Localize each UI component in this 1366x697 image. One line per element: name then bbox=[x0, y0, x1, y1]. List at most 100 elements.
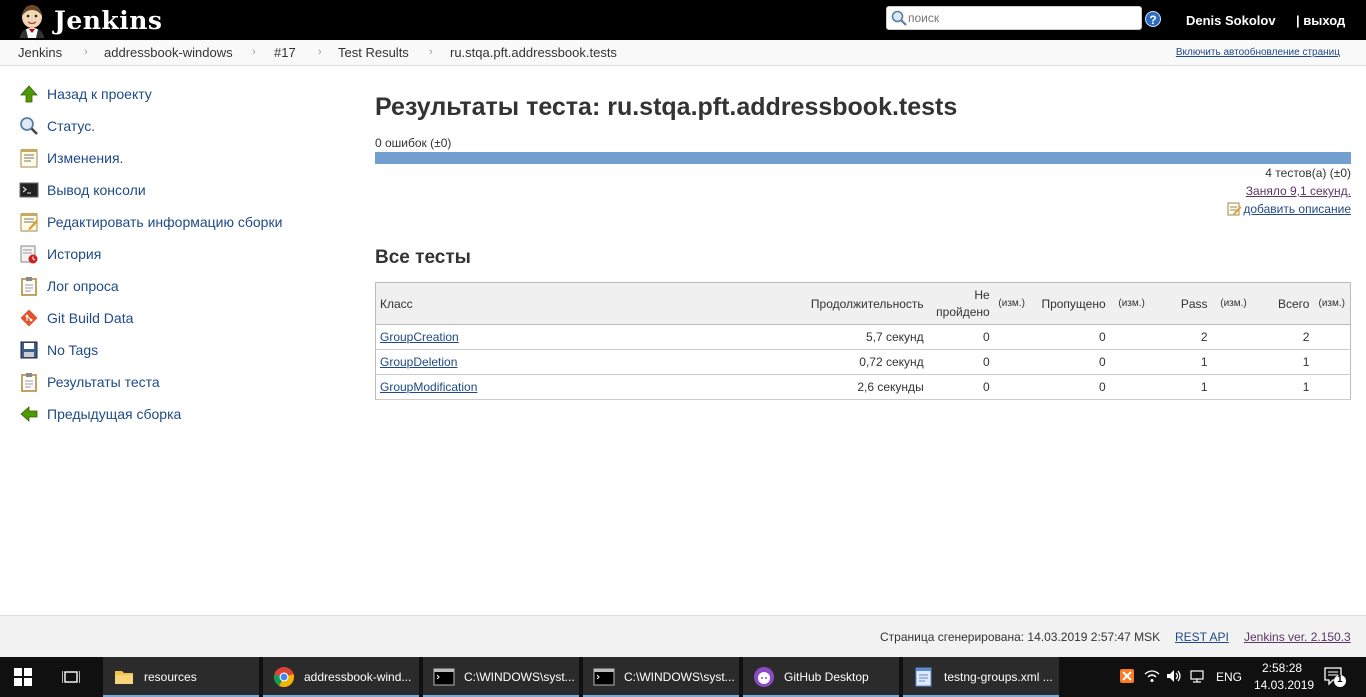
test-progress-bar bbox=[375, 152, 1351, 164]
header: Jenkins ? Denis Sokolov | выход bbox=[0, 0, 1366, 40]
cell-pass: 1 bbox=[1153, 374, 1212, 400]
task-label: Статус. bbox=[47, 118, 96, 134]
col-failed-diff[interactable]: (изм.) bbox=[993, 282, 1030, 325]
logout-link[interactable]: | выход bbox=[1296, 13, 1345, 28]
wifi-icon[interactable] bbox=[1143, 668, 1161, 686]
notification-icon bbox=[1324, 667, 1346, 687]
task-label: Изменения. bbox=[47, 150, 124, 166]
clock-date[interactable]: 14.03.2019 bbox=[1254, 678, 1314, 692]
action-center-button[interactable]: 1 bbox=[1323, 666, 1347, 688]
taskbar-app-label: addressbook-wind... bbox=[304, 670, 412, 684]
search-box[interactable] bbox=[886, 6, 1142, 30]
table-row: GroupCreation 5,7 секунд 0 0 2 2 bbox=[375, 324, 1351, 350]
col-skipped[interactable]: Пропущено bbox=[1029, 282, 1110, 325]
task-console-output[interactable]: Вывод консоли bbox=[18, 178, 146, 202]
col-failed-line2: пройдено bbox=[936, 304, 990, 319]
task-label: Результаты теста bbox=[47, 374, 160, 390]
magnifier-icon bbox=[18, 115, 40, 137]
clipboard-icon bbox=[18, 371, 40, 393]
col-total[interactable]: Всего bbox=[1255, 282, 1314, 325]
xampp-tray-icon[interactable] bbox=[1118, 668, 1136, 686]
duration-link[interactable]: Заняло 9,1 секунд. bbox=[1246, 184, 1351, 198]
task-git-build-data[interactable]: Git Build Data bbox=[18, 306, 133, 330]
github-icon bbox=[754, 667, 774, 687]
cell-total: 1 bbox=[1255, 374, 1314, 400]
clock-time[interactable]: 2:58:28 bbox=[1262, 661, 1302, 675]
col-total-diff[interactable]: (изм.) bbox=[1313, 282, 1351, 325]
taskbar-app-cmd-1[interactable]: C:\WINDOWS\syst... bbox=[423, 657, 579, 697]
cmd-icon bbox=[433, 668, 455, 686]
taskbar-app-github-desktop[interactable]: GitHub Desktop bbox=[743, 657, 899, 697]
cell-skipped: 0 bbox=[1029, 349, 1110, 375]
col-failed-line1: Не bbox=[974, 287, 990, 302]
breadcrumb-package[interactable]: ru.stqa.pft.addressbook.tests bbox=[450, 45, 617, 60]
breadcrumb-project[interactable]: addressbook-windows bbox=[104, 45, 233, 60]
task-label: Git Build Data bbox=[47, 310, 134, 326]
col-duration[interactable]: Продолжительность bbox=[794, 282, 928, 325]
user-name-link[interactable]: Denis Sokolov bbox=[1186, 13, 1276, 28]
taskbar-app-resources[interactable]: resources bbox=[103, 657, 259, 697]
task-back-to-project[interactable]: Назад к проекту bbox=[18, 82, 152, 106]
col-failed[interactable]: Не пройдено bbox=[927, 282, 994, 325]
taskbar-app-label: GitHub Desktop bbox=[784, 670, 869, 684]
task-changes[interactable]: Изменения. bbox=[18, 146, 123, 170]
breadcrumb-jenkins[interactable]: Jenkins bbox=[18, 45, 62, 60]
task-edit-build-info[interactable]: Редактировать информацию сборки bbox=[18, 210, 282, 234]
cell-total-diff bbox=[1313, 324, 1351, 350]
jenkins-logo[interactable]: Jenkins bbox=[14, 2, 174, 38]
breadcrumb-test-results[interactable]: Test Results bbox=[338, 45, 409, 60]
git-icon bbox=[18, 307, 40, 329]
cell-pass: 2 bbox=[1153, 324, 1212, 350]
breadcrumb-separator[interactable]: › bbox=[429, 46, 433, 58]
breadcrumb-separator[interactable]: › bbox=[84, 46, 88, 58]
cell-total-diff bbox=[1313, 374, 1351, 400]
notification-count: 1 bbox=[1337, 674, 1343, 685]
cell-failed: 0 bbox=[927, 349, 994, 375]
task-history[interactable]: История bbox=[18, 242, 101, 266]
search-icon bbox=[891, 10, 907, 26]
language-indicator[interactable]: ENG bbox=[1216, 670, 1242, 684]
cell-pass-diff bbox=[1211, 349, 1256, 375]
rest-api-link[interactable]: REST API bbox=[1175, 630, 1229, 644]
class-link[interactable]: GroupModification bbox=[380, 380, 477, 394]
jenkins-version-link[interactable]: Jenkins ver. 2.150.3 bbox=[1244, 630, 1351, 644]
all-tests-heading: Все тесты bbox=[375, 247, 471, 268]
cell-skipped-diff bbox=[1109, 324, 1154, 350]
search-input[interactable] bbox=[908, 11, 1128, 25]
task-test-results[interactable]: Результаты теста bbox=[18, 370, 160, 394]
col-pass[interactable]: Pass bbox=[1153, 282, 1212, 325]
cell-pass-diff bbox=[1211, 374, 1256, 400]
table-header-row: Класс Продолжительность Не пройдено (изм… bbox=[375, 282, 1351, 325]
start-button[interactable] bbox=[14, 657, 32, 697]
cell-skipped: 0 bbox=[1029, 374, 1110, 400]
auto-refresh-link[interactable]: Включить автообновление страниц bbox=[1176, 47, 1340, 58]
terminal-icon bbox=[18, 179, 40, 201]
cell-total-diff bbox=[1313, 349, 1351, 375]
volume-icon[interactable] bbox=[1165, 668, 1183, 686]
cell-total: 2 bbox=[1255, 324, 1314, 350]
taskbar-app-chrome[interactable]: addressbook-wind... bbox=[263, 657, 419, 697]
taskbar-app-testng-xml[interactable]: testng-groups.xml ... bbox=[903, 657, 1059, 697]
class-link[interactable]: GroupDeletion bbox=[380, 355, 457, 369]
footer: Страница сгенерирована: 14.03.2019 2:57:… bbox=[0, 615, 1366, 657]
breadcrumb-separator[interactable]: › bbox=[252, 46, 256, 58]
help-icon[interactable]: ? bbox=[1145, 11, 1161, 27]
col-pass-diff[interactable]: (изм.) bbox=[1211, 282, 1256, 325]
task-status[interactable]: Статус. bbox=[18, 114, 95, 138]
add-description-link[interactable]: добавить описание bbox=[1227, 202, 1351, 216]
cell-skipped: 0 bbox=[1029, 324, 1110, 350]
task-label: No Tags bbox=[47, 342, 99, 358]
col-skipped-diff[interactable]: (изм.) bbox=[1109, 282, 1154, 325]
taskbar-app-cmd-2[interactable]: C:\WINDOWS\syst... bbox=[583, 657, 739, 697]
task-no-tags[interactable]: No Tags bbox=[18, 338, 98, 362]
class-link[interactable]: GroupCreation bbox=[380, 330, 459, 344]
task-label: Редактировать информацию сборки bbox=[47, 214, 283, 230]
col-class[interactable]: Класс bbox=[375, 282, 795, 325]
task-view-button[interactable] bbox=[62, 657, 80, 697]
task-previous-build[interactable]: Предыдущая сборка bbox=[18, 402, 181, 426]
task-polling-log[interactable]: Лог опроса bbox=[18, 274, 119, 298]
network-icon[interactable] bbox=[1188, 668, 1206, 686]
taskbar-app-label: C:\WINDOWS\syst... bbox=[624, 670, 735, 684]
breadcrumb-separator[interactable]: › bbox=[318, 46, 322, 58]
breadcrumb-build[interactable]: #17 bbox=[274, 45, 296, 60]
